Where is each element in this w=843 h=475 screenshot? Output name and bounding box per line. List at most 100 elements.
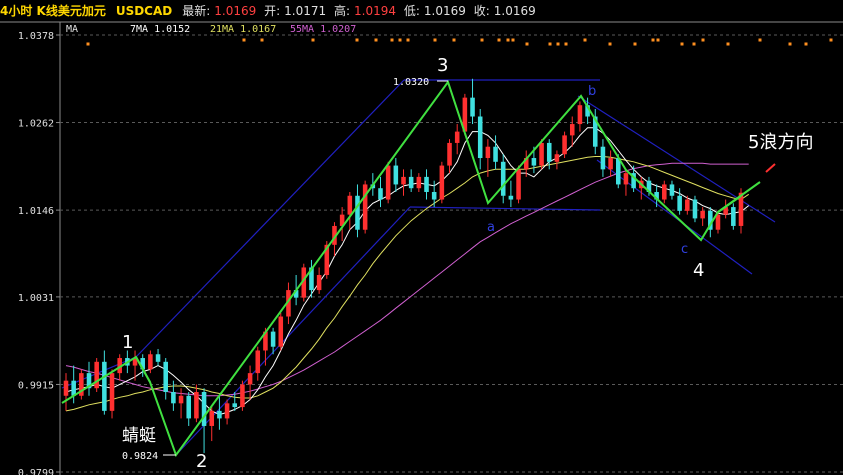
event-marker <box>680 42 684 46</box>
moving-averages <box>65 127 750 416</box>
candle-up <box>347 195 353 215</box>
candle-down <box>232 403 238 408</box>
candle-down <box>470 97 475 117</box>
event-marker <box>548 42 552 46</box>
y-tick-label: 1.0262 <box>18 119 54 130</box>
event-marker <box>525 42 529 46</box>
ma21-legend: 21MA 1.0167 <box>210 24 276 35</box>
candle-up <box>623 173 629 185</box>
event-marker <box>633 42 637 46</box>
candle-down <box>424 176 429 192</box>
candle-up <box>385 165 391 200</box>
event-marker <box>497 38 501 42</box>
candle-up <box>485 146 491 159</box>
candle-down <box>493 146 498 162</box>
candle-down <box>431 191 437 200</box>
candle-down <box>615 158 621 185</box>
candle-down <box>546 142 552 162</box>
event-marker <box>564 42 568 46</box>
wave-4-label: 4 <box>693 260 704 281</box>
candle-down <box>378 188 383 200</box>
event-marker <box>701 38 705 42</box>
event-marker <box>355 38 359 42</box>
event-marker <box>608 42 612 46</box>
candle-up <box>224 403 230 419</box>
candle-up <box>240 384 245 408</box>
event-marker <box>242 38 246 42</box>
high-price-label: 1.0320 <box>393 77 429 88</box>
candle-down <box>692 199 698 219</box>
y-tick-label: 1.0031 <box>18 293 54 304</box>
candle-down <box>531 158 537 166</box>
sub-wave-a: a <box>487 220 495 235</box>
y-tick-label: 0.9799 <box>18 468 54 475</box>
y-tick-label: 1.0146 <box>18 206 54 217</box>
wave-1-label: 1 <box>122 332 133 353</box>
candle-down <box>155 354 161 362</box>
event-marker <box>758 38 762 42</box>
candle-up <box>416 176 422 189</box>
candle-up <box>554 154 560 162</box>
candlestick-chart[interactable]: 1.03781.02621.01461.00310.99150.9799 MA … <box>0 0 843 475</box>
wave-3-label: 3 <box>437 55 448 76</box>
candle-up <box>454 131 460 143</box>
ma7-legend: 7MA 1.0152 <box>130 24 190 35</box>
event-marker <box>374 38 378 42</box>
event-marker <box>406 38 410 42</box>
candle-up <box>178 395 184 404</box>
trend-channels <box>61 79 776 456</box>
event-marker <box>506 38 510 42</box>
candle-up <box>662 184 667 200</box>
event-marker <box>480 38 484 42</box>
candle-up <box>539 142 544 166</box>
candle-down <box>669 184 675 196</box>
event-marker <box>788 42 792 46</box>
candle-up <box>209 410 215 426</box>
candle-up <box>401 176 406 185</box>
wave-5-direction-label: 5浪方向 <box>748 132 813 153</box>
candle-down <box>393 165 399 185</box>
event-marker <box>433 38 437 42</box>
event-marker <box>656 38 660 42</box>
low-price-label: 0.9824 <box>122 451 158 462</box>
candle-up <box>278 316 284 347</box>
candle-down <box>163 361 168 392</box>
event-marker <box>651 38 655 42</box>
candle-down <box>477 116 483 159</box>
wave-2-label: 2 <box>196 451 207 472</box>
candle-down <box>408 176 414 189</box>
event-marker <box>726 42 730 46</box>
ma21-line <box>65 156 749 412</box>
candle-up <box>700 210 705 219</box>
event-marker <box>692 42 696 46</box>
candle-up <box>362 184 368 230</box>
candles <box>63 78 744 454</box>
candle-up <box>447 142 452 166</box>
candle-down <box>217 410 222 419</box>
candle-up <box>685 199 690 211</box>
candle-down <box>102 361 107 411</box>
event-marker <box>452 38 456 42</box>
wave-lines <box>61 79 776 458</box>
event-marker <box>556 42 560 46</box>
candle-up <box>109 373 115 411</box>
candle-up <box>562 135 567 155</box>
sub-wave-c: c <box>681 242 688 257</box>
event-marker <box>583 38 587 42</box>
y-tick-label: 1.0378 <box>18 31 54 42</box>
candle-up <box>194 391 199 419</box>
event-marker <box>829 38 833 42</box>
candle-up <box>608 158 613 170</box>
event-marker <box>260 38 264 42</box>
candle-up <box>577 105 583 125</box>
candle-up <box>247 373 253 385</box>
event-marker <box>86 42 90 46</box>
dragonfly-label: 蜻蜓 <box>122 426 156 446</box>
wave-path <box>61 79 742 458</box>
candle-down <box>500 161 506 196</box>
candle-down <box>508 195 514 200</box>
candle-up <box>148 354 153 370</box>
candle-up <box>516 169 521 200</box>
y-tick-label: 0.9915 <box>18 380 54 391</box>
candle-down <box>355 195 360 230</box>
